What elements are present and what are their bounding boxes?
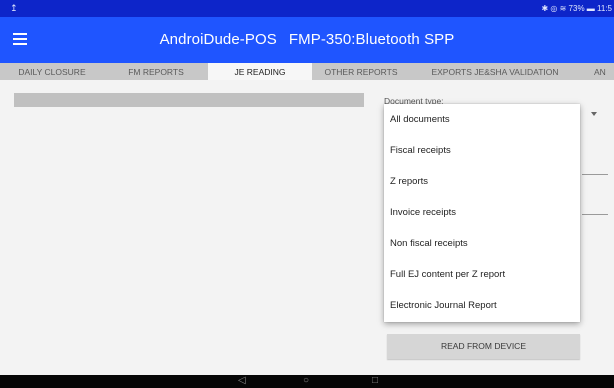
home-icon[interactable]: ○ (303, 375, 309, 387)
document-type-dropdown: All documents Fiscal receipts Z reports … (384, 104, 580, 322)
option-all-documents[interactable]: All documents (384, 104, 580, 135)
app-name: AndroiDude-POS (159, 31, 277, 48)
app-title: AndroiDude-POS FMP-350:Bluetooth SPP (0, 31, 614, 48)
tab-je-reading[interactable]: JE READING (208, 63, 312, 80)
tab-overflow[interactable]: AN (594, 63, 614, 80)
status-indicators: ✱ ◎ ≋ 73% ▬ 11:5 (541, 4, 613, 13)
tab-exports-je-sha-validation[interactable]: EXPORTS JE&SHA VALIDATION (410, 63, 580, 80)
progress-bar (14, 93, 364, 107)
recents-icon[interactable]: □ (372, 375, 378, 387)
navigation-bar: ◁ ○ □ (0, 375, 614, 388)
app-bar: AndroiDude-POS FMP-350:Bluetooth SPP (0, 17, 614, 63)
field-underline (582, 214, 608, 215)
back-icon[interactable]: ◁ (238, 375, 246, 387)
tab-fm-reports[interactable]: FM REPORTS (104, 63, 208, 80)
status-bar: ↥ ✱ ◎ ≋ 73% ▬ 11:5 (0, 0, 614, 17)
option-z-reports[interactable]: Z reports (384, 166, 580, 197)
tab-other-reports[interactable]: OTHER REPORTS (312, 63, 410, 80)
device-name: FMP-350:Bluetooth SPP (288, 31, 455, 48)
option-non-fiscal-receipts[interactable]: Non fiscal receipts (384, 228, 580, 259)
upload-icon: ↥ (10, 3, 18, 13)
option-fiscal-receipts[interactable]: Fiscal receipts (384, 135, 580, 166)
tab-daily-closure[interactable]: DAILY CLOSURE (0, 63, 104, 80)
read-from-device-button[interactable]: READ FROM DEVICE (387, 334, 580, 359)
tab-bar: DAILY CLOSURE FM REPORTS JE READING OTHE… (0, 63, 614, 80)
option-full-ej-content[interactable]: Full EJ content per Z report (384, 259, 580, 290)
dropdown-arrow-icon[interactable] (591, 112, 597, 116)
option-invoice-receipts[interactable]: Invoice receipts (384, 197, 580, 228)
option-electronic-journal-report[interactable]: Electronic Journal Report (384, 290, 580, 321)
field-underline (582, 174, 608, 175)
